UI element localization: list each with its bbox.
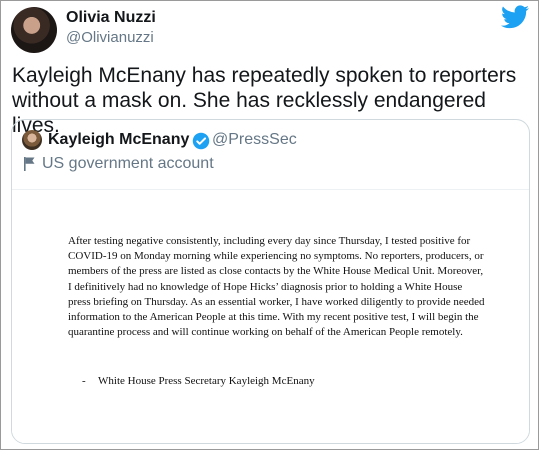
government-account-label: US government account (42, 155, 214, 172)
author-name[interactable]: Olivia Nuzzi (66, 9, 156, 27)
flag-icon (24, 157, 35, 171)
quoted-tweet[interactable]: Kayleigh McEnany @PressSec US government… (11, 119, 530, 444)
statement-image: After testing negative consistently, inc… (12, 189, 529, 443)
twitter-bird-icon[interactable] (501, 5, 529, 29)
statement-body: After testing negative consistently, inc… (68, 235, 485, 339)
quoted-avatar[interactable] (22, 130, 42, 150)
tweet-card: Olivia Nuzzi @Olivianuzzi Kayleigh McEna… (0, 0, 539, 450)
statement-signature: - White House Press Secretary Kayleigh Mc… (82, 375, 315, 387)
signature-text: White House Press Secretary Kayleigh McE… (98, 375, 315, 387)
quoted-author-handle[interactable]: @PressSec (212, 131, 297, 149)
author-handle[interactable]: @Olivianuzzi (66, 29, 154, 46)
verified-badge-icon (192, 132, 210, 150)
avatar[interactable] (11, 7, 57, 53)
quoted-author-name[interactable]: Kayleigh McEnany (48, 131, 189, 149)
signature-dash: - (82, 375, 86, 387)
